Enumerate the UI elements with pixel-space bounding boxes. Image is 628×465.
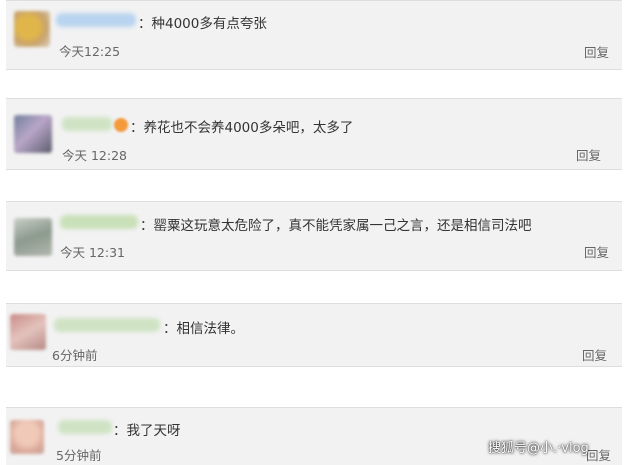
avatar[interactable] [14,218,52,256]
reply-button[interactable]: 回复 [584,42,609,61]
username[interactable] [56,13,136,27]
reply-button[interactable]: 回复 [582,345,607,364]
username[interactable] [62,117,112,131]
username[interactable] [60,215,138,229]
comment-text: ：养花也不会养4000多朵吧，太多了 [130,120,354,136]
timestamp: 5分钟前 [56,448,102,463]
comment-item: ：罂粟这玩意太危险了，真不能凭家属一己之言，还是相信司法吧 今天 12:31 回… [6,201,622,271]
comment-text: ：我了天呀 [113,423,181,439]
comment-text: ：罂粟这玩意太危险了，真不能凭家属一己之言，还是相信司法吧 [140,218,532,234]
avatar[interactable] [14,11,50,47]
username[interactable] [54,318,160,332]
comment-text: ：相信法律。 [163,321,244,337]
reply-button[interactable]: 回复 [586,445,611,464]
avatar[interactable] [10,420,44,454]
username[interactable] [58,420,112,434]
comment-item: ：种4000多有点夸张 今天12:25 回复 [6,0,622,70]
avatar[interactable] [10,314,46,350]
reply-button[interactable]: 回复 [576,145,601,164]
comment-item: ：相信法律。 6分钟前 回复 [6,303,622,367]
comment-item: ：养花也不会养4000多朵吧，太多了 今天 12:28 回复 [6,98,622,170]
timestamp: 6分钟前 [52,348,98,363]
timestamp: 今天 12:28 [62,148,127,163]
timestamp: 今天 12:31 [60,245,125,260]
reply-button[interactable]: 回复 [584,242,609,261]
comment-text: ：种4000多有点夸张 [138,16,267,32]
avatar[interactable] [14,115,52,153]
comment-item: ：我了天呀 5分钟前 回复 [6,407,622,465]
watermark-text: 搜狐号@小.·vlog [488,441,589,456]
timestamp: 今天12:25 [59,44,121,59]
user-badge-icon [114,118,128,132]
